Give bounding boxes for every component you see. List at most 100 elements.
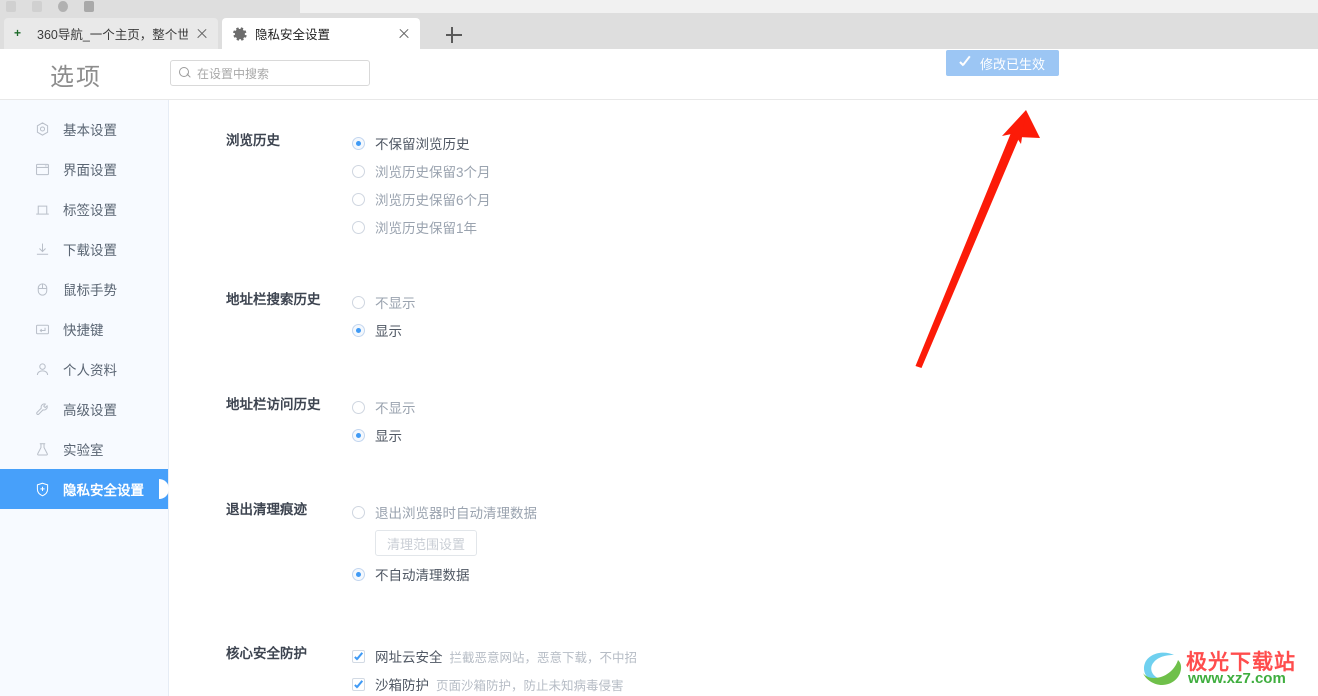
tab-bar: 360导航_一个主页，整个世界 隐私安全设置 xyxy=(0,13,1318,49)
sidebar-item-download-settings[interactable]: 下载设置 xyxy=(0,229,168,269)
sidebar-item-label: 个人资料 xyxy=(63,363,117,378)
window-icon xyxy=(34,161,51,178)
forward-icon[interactable] xyxy=(32,1,42,12)
radio-label: 退出浏览器时自动清理数据 xyxy=(375,506,537,521)
radio-visit-history-show[interactable] xyxy=(352,428,365,442)
sidebar-item-mouse-gestures[interactable]: 鼠标手势 xyxy=(0,269,168,309)
radio-search-history-hide[interactable] xyxy=(352,295,365,309)
checkbox-label: 网址云安全 xyxy=(375,650,443,665)
shield-plus-icon xyxy=(34,481,51,498)
search-input[interactable]: 在设置中搜索 xyxy=(170,60,370,86)
radio-visit-history-hide[interactable] xyxy=(352,400,365,414)
radio-option[interactable]: 显示 xyxy=(352,316,416,344)
radio-auto-clean-on-exit[interactable] xyxy=(352,505,365,519)
radio-group-browsing-history: 不保留浏览历史 浏览历史保留3个月 浏览历史保留6个月 浏览历史保留1年 xyxy=(352,129,491,241)
user-icon xyxy=(34,361,51,378)
radio-option[interactable]: 浏览历史保留1年 xyxy=(352,213,491,241)
radio-option[interactable]: 浏览历史保留6个月 xyxy=(352,185,491,213)
radio-keep-6-months[interactable] xyxy=(352,192,365,206)
radio-label: 显示 xyxy=(375,429,402,444)
keyboard-icon xyxy=(34,321,51,338)
radio-label: 浏览历史保留3个月 xyxy=(375,165,491,180)
radio-option[interactable]: 显示 xyxy=(352,421,416,449)
gear-icon xyxy=(232,26,248,42)
radio-label: 不显示 xyxy=(375,401,416,416)
sidebar-item-label: 标签设置 xyxy=(63,203,117,218)
radio-option[interactable]: 浏览历史保留3个月 xyxy=(352,157,491,185)
gear-hex-icon xyxy=(34,121,51,138)
refresh-icon[interactable] xyxy=(58,1,68,12)
radio-no-auto-clean[interactable] xyxy=(352,567,365,581)
tab-title: 隐私安全设置 xyxy=(255,28,331,42)
checkbox-url-cloud-security[interactable] xyxy=(352,649,365,663)
checkbox-option[interactable]: 网址云安全 拦截恶意网站，恶意下载，不中招 xyxy=(352,642,637,670)
tab-privacy-security-settings[interactable]: 隐私安全设置 xyxy=(222,18,420,49)
tab-close-icon[interactable] xyxy=(396,26,412,42)
sidebar-item-shortcuts[interactable]: 快捷键 xyxy=(0,309,168,349)
sidebar-item-label: 下载设置 xyxy=(63,243,117,258)
sidebar-item-privacy-security-settings[interactable]: 隐私安全设置 xyxy=(0,469,168,509)
sidebar-item-label: 基本设置 xyxy=(63,123,117,138)
toast-label: 修改已生效 xyxy=(979,56,1045,72)
settings-content: 浏览历史 不保留浏览历史 浏览历史保留3个月 浏览历史保留6个月 浏览历史保留1… xyxy=(170,100,1318,696)
checkbox-hint: 拦截恶意网站，恶意下载，不中招 xyxy=(449,650,638,665)
radio-label: 显示 xyxy=(375,324,402,339)
sidebar-item-label: 隐私安全设置 xyxy=(63,483,144,498)
tab-title: 360导航_一个主页，整个世界 xyxy=(37,28,188,42)
sidebar-item-label: 快捷键 xyxy=(63,323,104,338)
radio-group-search-history: 不显示 显示 xyxy=(352,288,416,344)
checkbox-option[interactable]: 沙箱防护 页面沙箱防护，防止未知病毒侵害 xyxy=(352,670,637,696)
sidebar-item-label: 实验室 xyxy=(63,443,104,458)
radio-label: 浏览历史保留1年 xyxy=(375,221,478,236)
radio-keep-3-months[interactable] xyxy=(352,164,365,178)
wrench-icon xyxy=(34,401,51,418)
sidebar-item-lab[interactable]: 实验室 xyxy=(0,429,168,469)
home-icon[interactable] xyxy=(84,1,94,12)
sidebar-item-interface-settings[interactable]: 界面设置 xyxy=(0,149,168,189)
back-icon[interactable] xyxy=(6,1,16,12)
search-icon xyxy=(179,66,192,80)
checkbox-group-core-security: 网址云安全 拦截恶意网站，恶意下载，不中招 沙箱防护 页面沙箱防护，防止未知病毒… xyxy=(352,642,637,696)
radio-search-history-show[interactable] xyxy=(352,323,365,337)
sidebar-item-label: 高级设置 xyxy=(63,403,117,418)
options-page: 选项 在设置中搜索 修改已生效 基本设置 界面设置 标签设置 下载设置 鼠标手势… xyxy=(0,49,1318,696)
radio-option[interactable]: 不自动清理数据 xyxy=(352,560,537,588)
search-placeholder: 在设置中搜索 xyxy=(197,66,270,81)
sidebar-item-advanced-settings[interactable]: 高级设置 xyxy=(0,389,168,429)
tab-360-navigation[interactable]: 360导航_一个主页，整个世界 xyxy=(4,18,218,49)
status-badge-saved: 修改已生效 xyxy=(946,50,1059,76)
checkbox-label: 沙箱防护 xyxy=(375,678,429,693)
address-bar-ghost xyxy=(300,0,1318,13)
radio-label: 不显示 xyxy=(375,296,416,311)
sidebar-item-tab-settings[interactable]: 标签设置 xyxy=(0,189,168,229)
radio-label: 浏览历史保留6个月 xyxy=(375,193,491,208)
sidebar-item-basic-settings[interactable]: 基本设置 xyxy=(0,109,168,149)
sidebar-item-label: 界面设置 xyxy=(63,163,117,178)
browser-window: 360导航_一个主页，整个世界 隐私安全设置 选项 在设置中搜索 修改已生效 基… xyxy=(0,0,1318,696)
download-icon xyxy=(34,241,51,258)
sidebar-item-label: 鼠标手势 xyxy=(63,283,117,298)
radio-option[interactable]: 不保留浏览历史 xyxy=(352,129,491,157)
radio-group-exit-cleanup: 退出浏览器时自动清理数据 清理范围设置 不自动清理数据 xyxy=(352,498,537,588)
sidebar-item-profile[interactable]: 个人资料 xyxy=(0,349,168,389)
radio-keep-1-year[interactable] xyxy=(352,220,365,234)
radio-no-history[interactable] xyxy=(352,136,365,150)
mouse-icon xyxy=(34,281,51,298)
radio-group-visit-history: 不显示 显示 xyxy=(352,393,416,449)
new-tab-button[interactable] xyxy=(444,25,464,45)
browser-toolbar-strip xyxy=(0,0,1318,13)
clean-scope-settings-button: 清理范围设置 xyxy=(375,530,477,556)
radio-option[interactable]: 不显示 xyxy=(352,393,416,421)
radio-option[interactable]: 不显示 xyxy=(352,288,416,316)
page-title: 选项 xyxy=(50,64,102,91)
check-icon xyxy=(960,58,974,67)
radio-label: 不保留浏览历史 xyxy=(375,137,470,152)
radio-label: 不自动清理数据 xyxy=(375,568,470,583)
options-header: 选项 在设置中搜索 修改已生效 xyxy=(0,49,1318,100)
flask-icon xyxy=(34,441,51,458)
tab-icon xyxy=(34,201,51,218)
checkbox-sandbox-protection[interactable] xyxy=(352,677,365,691)
radio-option[interactable]: 退出浏览器时自动清理数据 xyxy=(352,498,537,526)
tab-close-icon[interactable] xyxy=(194,26,210,42)
checkbox-hint: 页面沙箱防护，防止未知病毒侵害 xyxy=(436,678,624,693)
